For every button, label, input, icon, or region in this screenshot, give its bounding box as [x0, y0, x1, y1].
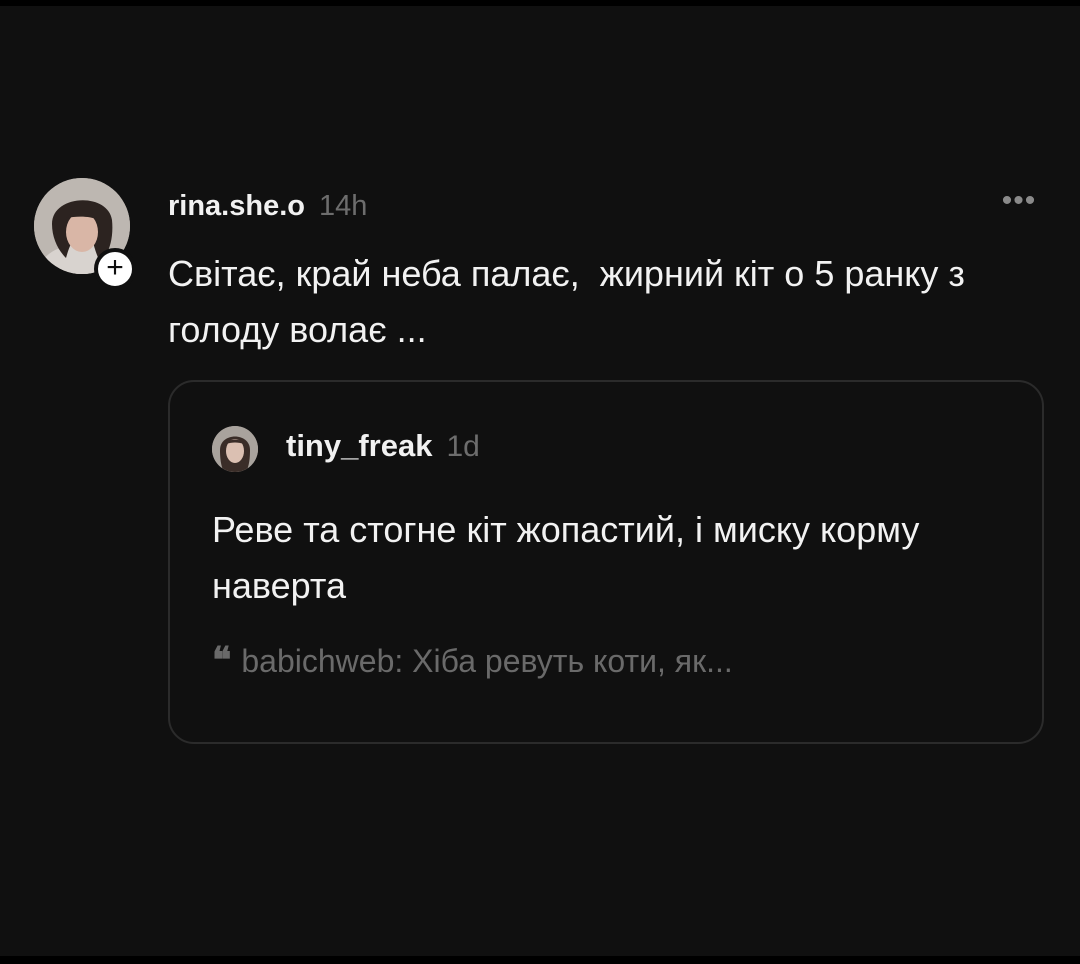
quote-icon: ❝	[212, 639, 232, 681]
follow-plus-icon[interactable]: +	[94, 248, 136, 290]
post-text: Світає, край неба палає, жирний кіт о 5 …	[168, 253, 975, 350]
quoted-author-username[interactable]: tiny_freak	[286, 428, 432, 464]
quoted-post-timestamp: 1d	[446, 430, 480, 463]
quoted-avatar-image	[212, 426, 258, 472]
quoted-author-avatar[interactable]	[212, 426, 258, 472]
more-horizontal-icon[interactable]: •••	[994, 186, 1044, 216]
screen: + rina.she.o 14h ••• Світає, край неба п…	[0, 6, 1080, 956]
quoted-post-card[interactable]: tiny_freak 1d Реве та стогне кіт жопасти…	[168, 380, 1044, 744]
reply-preview-text: babichweb: Хіба ревуть коти, як...	[241, 643, 733, 679]
quoted-post-text: Реве та стогне кіт жопастий, і миску кор…	[212, 509, 920, 606]
quoted-post-header: tiny_freak 1d	[286, 428, 480, 464]
reply-preview[interactable]: ❝ babichweb: Хіба ревуть коти, як...	[212, 642, 733, 680]
author-username[interactable]: rina.she.o	[168, 190, 305, 223]
post-header: rina.she.o 14h	[168, 190, 367, 223]
author-avatar-group[interactable]: +	[34, 178, 136, 290]
post-timestamp: 14h	[319, 190, 368, 222]
